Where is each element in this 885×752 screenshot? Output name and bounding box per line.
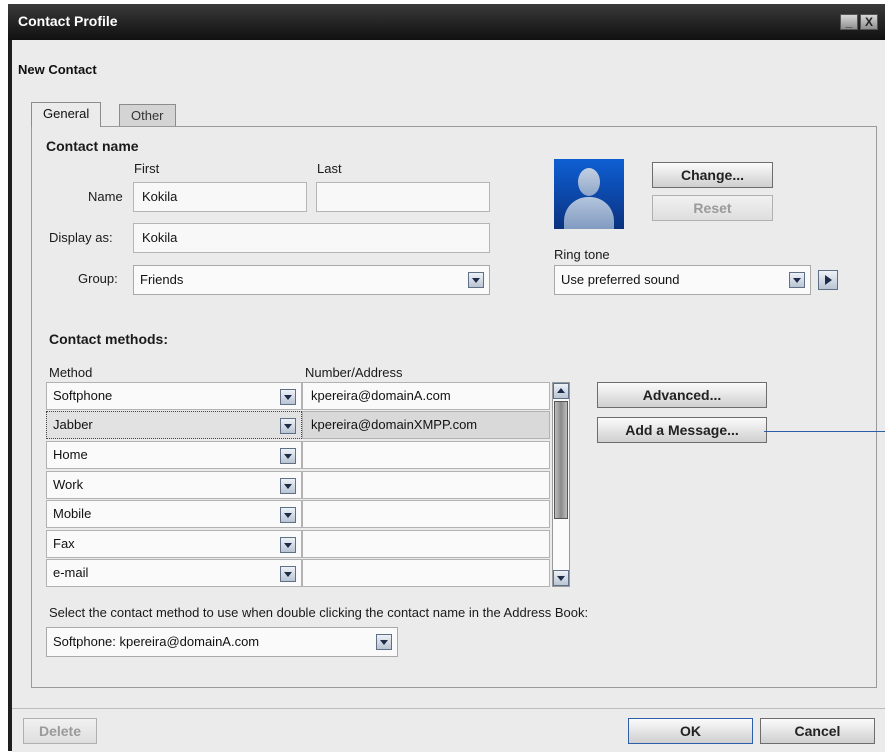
chevron-down-icon[interactable] bbox=[280, 507, 296, 523]
scroll-up-icon[interactable] bbox=[553, 383, 569, 399]
contact-name-heading: Contact name bbox=[46, 138, 139, 154]
method-select-mobile[interactable]: Mobile bbox=[46, 500, 302, 528]
method-value: e-mail bbox=[53, 565, 89, 580]
add-message-button[interactable]: Add a Message... bbox=[597, 417, 767, 443]
method-select-jabber[interactable]: Jabber bbox=[46, 411, 302, 439]
address-input-email[interactable] bbox=[302, 559, 550, 587]
cancel-button[interactable]: Cancel bbox=[760, 718, 875, 744]
group-label: Group: bbox=[78, 271, 118, 286]
play-icon[interactable] bbox=[818, 270, 838, 290]
method-select-work[interactable]: Work bbox=[46, 471, 302, 499]
tab-other-label: Other bbox=[131, 108, 164, 123]
chevron-down-icon[interactable] bbox=[376, 634, 392, 650]
scrollbar-thumb[interactable] bbox=[554, 401, 568, 519]
contact-methods-heading: Contact methods: bbox=[49, 331, 168, 347]
user-silhouette-body bbox=[564, 197, 614, 229]
name-label: Name bbox=[88, 189, 123, 204]
last-name-input[interactable] bbox=[316, 182, 490, 212]
ring-tone-select[interactable]: Use preferred sound bbox=[554, 265, 811, 295]
method-select-softphone[interactable]: Softphone bbox=[46, 382, 302, 410]
last-name-label: Last bbox=[317, 161, 342, 176]
dialog-body: New Contact General Other Contact name F… bbox=[12, 40, 885, 708]
advanced-button[interactable]: Advanced... bbox=[597, 382, 767, 408]
dialog-subtitle: New Contact bbox=[18, 62, 97, 77]
address-input-fax[interactable] bbox=[302, 530, 550, 558]
close-button[interactable]: X bbox=[860, 14, 878, 30]
change-photo-button[interactable]: Change... bbox=[652, 162, 773, 188]
method-value: Jabber bbox=[53, 417, 93, 432]
ring-tone-value: Use preferred sound bbox=[561, 272, 680, 287]
methods-scrollbar[interactable] bbox=[552, 382, 570, 587]
chevron-down-icon[interactable] bbox=[280, 478, 296, 494]
address-input-work[interactable] bbox=[302, 471, 550, 499]
default-method-prompt: Select the contact method to use when do… bbox=[49, 605, 589, 620]
display-as-input[interactable]: Kokila bbox=[133, 223, 490, 253]
callout-line bbox=[764, 431, 885, 432]
tab-general[interactable]: General bbox=[31, 102, 102, 127]
method-value: Softphone bbox=[53, 388, 113, 403]
method-select-email[interactable]: e-mail bbox=[46, 559, 302, 587]
chevron-down-icon[interactable] bbox=[468, 272, 484, 288]
minimize-button[interactable]: _ bbox=[840, 14, 858, 30]
address-column-header: Number/Address bbox=[305, 365, 403, 380]
tab-other[interactable]: Other bbox=[119, 104, 176, 126]
contact-photo bbox=[554, 159, 624, 229]
scroll-down-icon[interactable] bbox=[553, 570, 569, 586]
tab-general-label: General bbox=[43, 106, 90, 121]
method-select-fax[interactable]: Fax bbox=[46, 530, 302, 558]
address-input-jabber[interactable]: kpereira@domainXMPP.com bbox=[302, 411, 550, 439]
title-bar[interactable]: Contact Profile _ X bbox=[8, 4, 885, 40]
method-select-home[interactable]: Home bbox=[46, 441, 302, 469]
user-silhouette-icon bbox=[578, 168, 600, 196]
contact-profile-window: Contact Profile _ X New Contact General … bbox=[8, 4, 885, 752]
method-column-header: Method bbox=[49, 365, 93, 380]
general-tab-panel: Contact name First Last Name Kokila Disp… bbox=[31, 126, 877, 688]
group-select[interactable]: Friends bbox=[133, 265, 490, 295]
default-method-value: Softphone: kpereira@domainA.com bbox=[53, 634, 260, 649]
chevron-down-icon[interactable] bbox=[789, 272, 805, 288]
default-method-select[interactable]: Softphone: kpereira@domainA.com bbox=[46, 627, 398, 657]
window-title: Contact Profile bbox=[18, 13, 118, 29]
chevron-down-icon[interactable] bbox=[280, 389, 296, 405]
ring-tone-label: Ring tone bbox=[554, 247, 610, 262]
method-value: Work bbox=[53, 477, 84, 492]
chevron-down-icon[interactable] bbox=[280, 448, 296, 464]
address-input-home[interactable] bbox=[302, 441, 550, 469]
method-value: Home bbox=[53, 447, 88, 462]
address-input-mobile[interactable] bbox=[302, 500, 550, 528]
ok-button[interactable]: OK bbox=[628, 718, 753, 744]
dialog-footer: Delete OK Cancel bbox=[12, 708, 885, 752]
method-value: Fax bbox=[53, 536, 75, 551]
first-name-input[interactable]: Kokila bbox=[133, 182, 307, 212]
address-input-softphone[interactable]: kpereira@domainA.com bbox=[302, 382, 550, 410]
chevron-down-icon[interactable] bbox=[280, 537, 296, 553]
chevron-down-icon[interactable] bbox=[280, 418, 296, 434]
first-name-label: First bbox=[134, 161, 160, 176]
group-value: Friends bbox=[140, 272, 184, 287]
chevron-down-icon[interactable] bbox=[280, 566, 296, 582]
delete-button[interactable]: Delete bbox=[23, 718, 97, 744]
reset-photo-button[interactable]: Reset bbox=[652, 195, 773, 221]
display-as-label: Display as: bbox=[49, 230, 113, 245]
method-value: Mobile bbox=[53, 506, 92, 521]
